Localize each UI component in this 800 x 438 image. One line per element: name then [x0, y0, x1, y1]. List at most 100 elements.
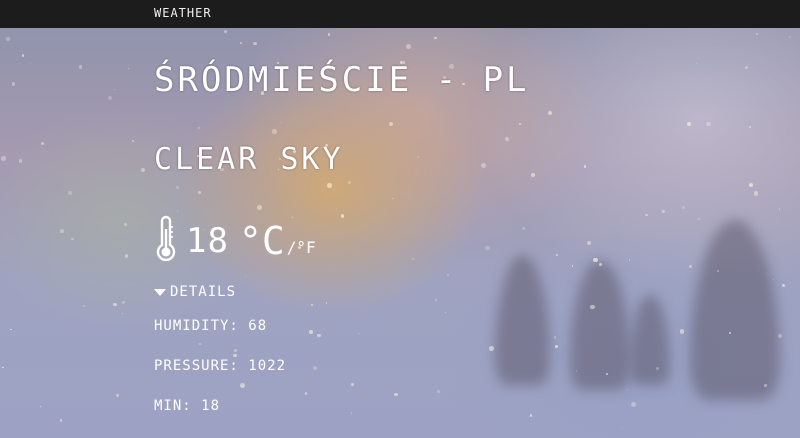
snow-particle — [489, 346, 494, 351]
snow-particle — [587, 240, 592, 246]
snow-particle — [388, 121, 393, 126]
snow-particle — [59, 419, 63, 422]
snow-particle — [748, 182, 754, 188]
snow-particle — [504, 137, 509, 142]
snow-particle — [176, 210, 179, 212]
snow-particle — [124, 254, 129, 258]
unit-separator: / — [286, 238, 297, 257]
snow-particle — [113, 302, 117, 306]
snow-particle — [571, 265, 574, 267]
snow-particle — [384, 213, 386, 215]
snow-particle — [446, 274, 449, 277]
snow-particle — [763, 384, 767, 388]
snow-particle — [782, 284, 786, 288]
snow-particle — [392, 197, 394, 200]
snow-particle — [1, 156, 7, 162]
snow-particle — [348, 181, 352, 185]
snow-particle — [309, 330, 313, 334]
snow-particle — [233, 348, 238, 353]
snow-particle — [445, 312, 447, 314]
snow-particle — [590, 304, 595, 309]
snow-particle — [78, 65, 83, 69]
humidity-text: Humidity: 68 — [154, 318, 268, 334]
navbar: Weather — [0, 0, 800, 28]
snow-particle — [68, 191, 72, 195]
snow-particle — [244, 276, 246, 278]
snow-particle — [696, 63, 698, 65]
snow-particle — [416, 155, 419, 158]
snow-particle — [689, 264, 692, 268]
snow-particle — [777, 334, 783, 339]
snow-particle — [350, 412, 353, 414]
snow-particle — [60, 229, 65, 234]
unit-celsius[interactable]: °C — [239, 219, 285, 263]
snow-particle — [121, 300, 126, 305]
snow-particle — [224, 30, 227, 33]
snow-particle — [327, 33, 331, 37]
snow-particle — [529, 414, 533, 418]
unit-fahrenheit-toggle[interactable]: °F — [296, 233, 315, 263]
snow-particle — [682, 206, 686, 210]
snow-particle — [547, 110, 552, 115]
snow-particle — [107, 95, 113, 100]
caret-down-icon — [154, 288, 166, 296]
snow-particle — [622, 426, 624, 428]
snow-particle — [705, 121, 711, 127]
snow-particle — [176, 186, 179, 189]
snow-particle — [434, 36, 437, 40]
tree-shape — [495, 255, 550, 385]
tree-shape — [690, 220, 780, 400]
thermometer-icon — [156, 215, 176, 262]
snow-particle — [555, 253, 559, 256]
snow-particle — [755, 32, 758, 35]
snow-particle — [679, 328, 685, 334]
snow-particle — [198, 190, 201, 194]
snow-particle — [127, 67, 129, 70]
snow-particle — [519, 123, 522, 125]
snow-particle — [530, 172, 536, 178]
snow-particle — [327, 183, 332, 188]
snow-particle — [82, 304, 86, 308]
snow-particle — [772, 279, 774, 281]
snow-particle — [233, 353, 237, 358]
snow-particle — [778, 208, 781, 210]
tree-shape — [570, 260, 630, 390]
details-toggle[interactable]: Details — [154, 284, 236, 300]
pressure-text: Pressure: 1022 — [154, 358, 287, 374]
snow-particle — [749, 126, 752, 128]
snow-particle — [555, 344, 559, 348]
snow-particle — [313, 366, 317, 370]
snow-particle — [10, 328, 12, 331]
snow-particle — [698, 218, 701, 221]
snow-particle — [645, 214, 648, 217]
snow-particle — [280, 122, 283, 124]
snow-particle — [686, 121, 691, 126]
snow-particle — [583, 165, 587, 168]
snow-particle — [522, 226, 526, 230]
snow-particle — [272, 129, 277, 134]
snow-particle — [575, 370, 577, 372]
snow-particle — [481, 163, 487, 169]
snow-particle — [39, 405, 42, 408]
snow-particle — [198, 342, 202, 346]
snow-particle — [6, 37, 10, 41]
snow-particle — [788, 35, 792, 38]
snow-particle — [437, 390, 440, 393]
navbar-brand[interactable]: Weather — [154, 6, 212, 20]
snow-particle — [406, 44, 412, 49]
snow-particle — [19, 159, 23, 163]
snow-particle — [350, 382, 354, 386]
snow-particle — [412, 257, 415, 260]
snow-particle — [358, 332, 360, 335]
snow-particle — [630, 402, 636, 408]
snow-particle — [553, 336, 557, 340]
snow-particle — [29, 62, 32, 65]
snow-particle — [340, 214, 345, 218]
snow-particle — [113, 88, 115, 91]
snow-particle — [256, 205, 262, 211]
snow-particle — [41, 141, 45, 145]
snow-particle — [132, 140, 134, 142]
details-label: Details — [170, 284, 237, 300]
snow-particle — [662, 210, 666, 214]
snow-particle — [140, 167, 146, 172]
